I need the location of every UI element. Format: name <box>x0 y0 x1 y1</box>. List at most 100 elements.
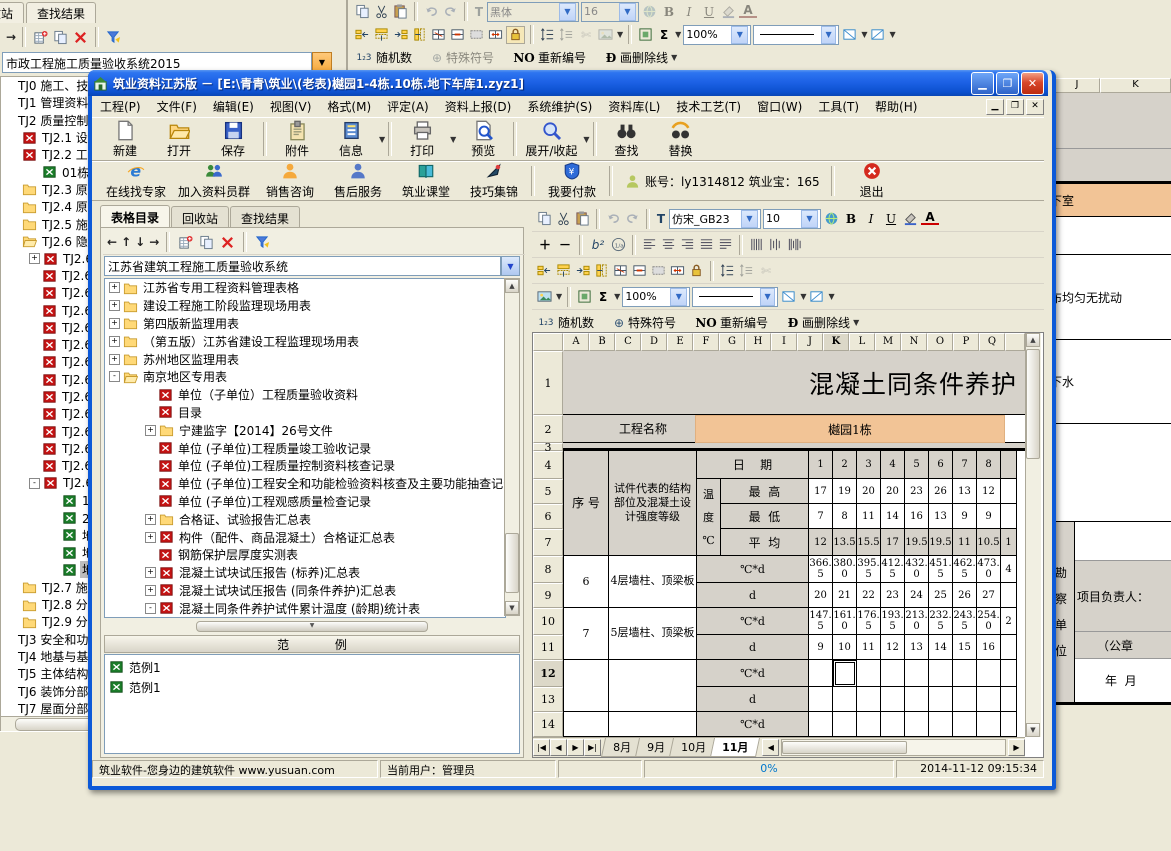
zoom-select[interactable]: 100%▼ <box>683 25 751 45</box>
group-d-value-2-6[interactable] <box>929 687 953 712</box>
sum-button[interactable]: Σ <box>595 290 611 304</box>
tree-item[interactable]: +建设工程施工阶段监理现场用表 <box>105 297 505 315</box>
expand-icon[interactable]: + <box>145 532 156 543</box>
group-d-value-2-3[interactable] <box>857 687 881 712</box>
sheet-title[interactable]: 混凝土同条件养护 <box>809 351 1025 415</box>
row-header-6[interactable]: 6 <box>533 504 563 529</box>
font-family-select[interactable]: 仿宋_GB23▼ <box>669 209 761 229</box>
project-row-tail[interactable] <box>1005 415 1025 443</box>
tree-item[interactable]: 单位 (子单位)工程安全和功能检验资料核查及主要功能抽查记录 <box>105 475 505 493</box>
group-part-2[interactable] <box>609 660 697 712</box>
collapse-icon[interactable]: - <box>109 371 120 382</box>
catalog-tree[interactable]: +江苏省专用工程资料管理表格+建设工程施工阶段监理现场用表+第四版新监理用表+（… <box>104 278 506 618</box>
bg-cell-text1[interactable]: 布均匀无扰动 <box>1048 255 1171 340</box>
add-button[interactable]: ＋ <box>536 236 554 253</box>
group-d-value-2-7[interactable] <box>953 687 977 712</box>
day-header-8[interactable]: 8 <box>977 451 1001 479</box>
group-cd-value-0-6[interactable]: 451.5 <box>929 556 953 583</box>
remove-button[interactable]: － <box>556 236 574 253</box>
group-d-value-1-1[interactable]: 9 <box>809 635 833 660</box>
group-cd-cut-1[interactable]: 2 <box>1001 608 1017 635</box>
example-item[interactable]: 范例1 <box>105 657 519 677</box>
dropdown-arrow-icon[interactable]: ▼ <box>583 135 589 144</box>
next-sheet-icon[interactable]: ▶ <box>567 739 584 756</box>
avg-value-7[interactable]: 11 <box>953 529 977 556</box>
dropdown-arrow-icon[interactable]: ▼ <box>619 3 636 21</box>
tree-item[interactable]: -南京地区专用表 <box>105 368 505 386</box>
last-cd-value-6[interactable] <box>929 712 953 737</box>
column-header-Q[interactable]: Q <box>979 333 1005 351</box>
min-value-2[interactable]: 8 <box>833 504 857 529</box>
tree-item[interactable]: +构件（配件、商品混凝土）合格证汇总表 <box>105 528 505 546</box>
group-d-value-0-5[interactable]: 24 <box>905 583 929 608</box>
last-cd-value-7[interactable] <box>953 712 977 737</box>
font-family-select[interactable]: 黑体▼ <box>487 2 579 22</box>
group-cd-value-2-3[interactable] <box>857 660 881 687</box>
expand-icon[interactable]: + <box>145 567 156 578</box>
group-cd-value-2-5[interactable] <box>905 660 929 687</box>
group-d-label-0[interactable]: d <box>697 583 809 608</box>
column-header-B[interactable]: B <box>589 333 615 351</box>
dropdown-arrow-icon[interactable]: ▼ <box>821 26 836 44</box>
min-cut[interactable] <box>1001 504 1017 529</box>
example-list[interactable]: 范例1范例1 <box>104 654 520 754</box>
row-header-11[interactable]: 11 <box>533 635 563 660</box>
splitter-collapse-icon[interactable]: ▼ <box>196 621 428 632</box>
column-header-M[interactable]: M <box>875 333 901 351</box>
tree-item[interactable]: +混凝土试块试压报告 (同条件养护)汇总表 <box>105 582 505 600</box>
toolbar-button-打开[interactable]: 打开 <box>152 118 206 160</box>
unlink-icon[interactable]: ✄ <box>577 28 595 42</box>
dropdown-arrow-icon[interactable]: ▼ <box>670 288 687 306</box>
group-cd-value-1-4[interactable]: 193.5 <box>881 608 905 635</box>
tree-item[interactable]: -混凝土同条件养护试件累计温度 (龄期)统计表 <box>105 599 505 617</box>
group-d-cut-2[interactable] <box>1001 687 1017 712</box>
avg-label[interactable]: 平 均 <box>721 529 809 556</box>
bg-cell-empty2[interactable] <box>1048 424 1171 522</box>
maximize-button[interactable]: ❐ <box>996 72 1019 95</box>
menu-item-4[interactable]: 格式(M) <box>319 96 379 117</box>
group-d-value-1-8[interactable]: 16 <box>977 635 1001 660</box>
menu-item-1[interactable]: 文件(F) <box>149 96 205 117</box>
menu-item-2[interactable]: 编辑(E) <box>205 96 262 117</box>
group-d-value-0-1[interactable]: 20 <box>809 583 833 608</box>
last-cd-value-3[interactable] <box>857 712 881 737</box>
catalog-scrollbar-thumb[interactable] <box>505 533 519 593</box>
toolbar-button-展开/收起[interactable]: 展开/收起 <box>520 118 582 160</box>
group-seq-0[interactable]: 6 <box>563 556 609 608</box>
menu-item-11[interactable]: 工具(T) <box>810 96 867 117</box>
column-header-E[interactable]: E <box>667 333 693 351</box>
renumber-icon[interactable]: NO <box>694 316 718 330</box>
bg-tab-查找结果[interactable]: 查找结果 <box>26 2 96 23</box>
bg-colhdr-k[interactable]: K <box>1100 78 1171 93</box>
catalog-combobox-value[interactable]: 江苏省建筑工程施工质量验收系统 <box>104 256 501 276</box>
menu-item-7[interactable]: 系统维护(S) <box>519 96 600 117</box>
column-header-C[interactable]: C <box>615 333 641 351</box>
dropdown-arrow-icon[interactable]: ▼ <box>853 318 859 327</box>
catalog-combobox[interactable]: 江苏省建筑工程施工质量验收系统 ▼ <box>104 256 520 276</box>
move-down-icon[interactable]: ↓ <box>135 235 145 249</box>
tab-表格目录[interactable]: 表格目录 <box>100 205 170 227</box>
group-cd-cut-0[interactable]: 4 <box>1001 556 1017 583</box>
font-size-select[interactable]: 10▼ <box>763 209 821 229</box>
bg-cell-gray1[interactable] <box>1048 93 1171 149</box>
group-cd-value-1-7[interactable]: 243.5 <box>953 608 977 635</box>
avg-value-3[interactable]: 15.5 <box>857 529 881 556</box>
panel-splitter[interactable]: ▼ <box>104 620 520 633</box>
group-cd-value-2-2[interactable] <box>833 660 857 687</box>
underline-button[interactable]: U <box>882 212 900 226</box>
dropdown-arrow-icon[interactable]: ▼ <box>801 210 818 228</box>
group-d-value-2-2[interactable] <box>833 687 857 712</box>
tree-item[interactable]: +（第五版）江苏省建设工程监理现场用表 <box>105 332 505 350</box>
row-header-9[interactable]: 9 <box>533 583 563 608</box>
avg-value-5[interactable]: 19.5 <box>905 529 929 556</box>
menu-item-8[interactable]: 资料库(L) <box>600 96 668 117</box>
group-cd-cut-2[interactable] <box>1001 660 1017 687</box>
column-header-P[interactable]: P <box>953 333 979 351</box>
random-number-icon[interactable]: 1₂3 <box>536 318 556 328</box>
font-color-button[interactable]: A <box>921 212 939 225</box>
group-cd-label-0[interactable]: ℃*d <box>697 556 809 583</box>
group-d-cut-0[interactable] <box>1001 583 1017 608</box>
tab-scroll-left-icon[interactable]: ◀ <box>762 739 779 756</box>
group-d-value-0-4[interactable]: 23 <box>881 583 905 608</box>
project-name-value[interactable]: 樾园1栋 <box>695 415 1005 443</box>
